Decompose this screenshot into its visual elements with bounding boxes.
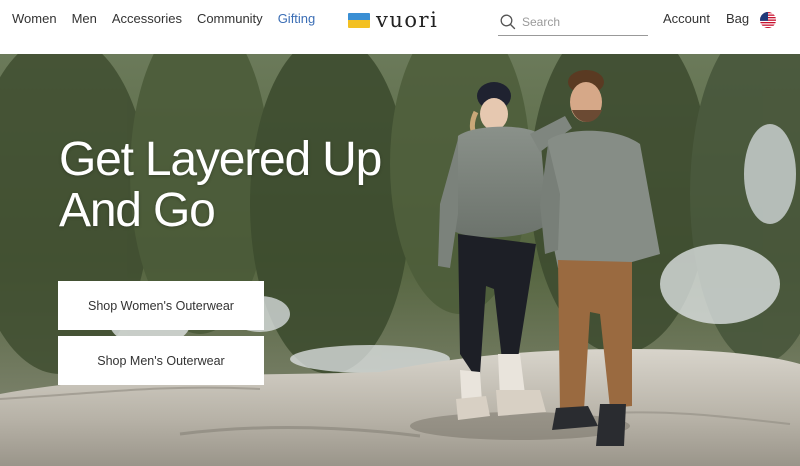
logo-text: vuori bbox=[376, 8, 439, 32]
nav-community[interactable]: Community bbox=[197, 11, 263, 26]
primary-nav: Women Men Accessories Community Gifting bbox=[12, 11, 315, 26]
site-header: Women Men Accessories Community Gifting … bbox=[0, 0, 800, 54]
search-input[interactable] bbox=[522, 14, 632, 29]
nav-gifting[interactable]: Gifting bbox=[278, 11, 316, 26]
brand-logo[interactable]: vuori bbox=[348, 8, 438, 32]
us-flag-icon[interactable] bbox=[760, 12, 776, 28]
search-icon bbox=[500, 14, 516, 29]
nav-women[interactable]: Women bbox=[12, 11, 57, 26]
hero-banner: Get Layered Up And Go Shop Women's Outer… bbox=[0, 54, 800, 466]
search-box[interactable] bbox=[498, 8, 648, 36]
logo-mark-icon bbox=[348, 12, 370, 28]
hero-headline: Get Layered Up And Go bbox=[59, 134, 439, 236]
shop-mens-outerwear-button[interactable]: Shop Men's Outerwear bbox=[58, 336, 264, 385]
headline-line-2: And Go bbox=[59, 184, 216, 237]
headline-line-1: Get Layered Up bbox=[59, 133, 382, 186]
nav-accessories[interactable]: Accessories bbox=[112, 11, 182, 26]
utility-nav: Account Bag bbox=[663, 11, 749, 26]
bag-link[interactable]: Bag bbox=[726, 11, 749, 26]
account-link[interactable]: Account bbox=[663, 11, 710, 26]
nav-men[interactable]: Men bbox=[72, 11, 97, 26]
hero-photo bbox=[0, 54, 800, 466]
shop-womens-outerwear-button[interactable]: Shop Women's Outerwear bbox=[58, 281, 264, 330]
